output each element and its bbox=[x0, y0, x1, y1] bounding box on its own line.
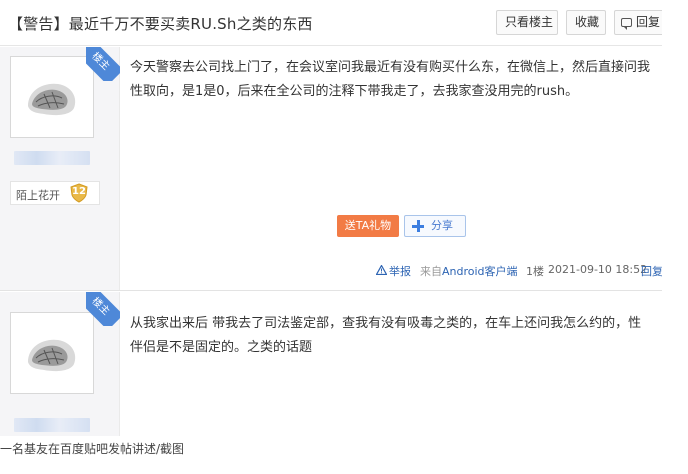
shield-level-icon: 12 bbox=[69, 183, 89, 203]
op-badge-label: 楼主 bbox=[86, 47, 120, 81]
thread-title: 【警告】最近千万不要买卖RU.Sh之类的东西 bbox=[8, 15, 313, 33]
collect-button[interactable]: 收藏 bbox=[566, 10, 606, 35]
client-prefix: 来自 bbox=[420, 265, 442, 278]
client-link[interactable]: Android客户端 bbox=[442, 265, 518, 278]
op-badge-label: 楼主 bbox=[86, 292, 120, 326]
warning-triangle-icon bbox=[376, 265, 387, 275]
share-button[interactable]: 分享 bbox=[404, 215, 466, 237]
reply-button[interactable]: 回复 bbox=[614, 10, 662, 35]
post-content: 今天警察去公司找上门了，在会议室问我最近有没有购买什么东，在微信上，然后直接问我… bbox=[130, 60, 651, 99]
author-sidebar: 楼主 陌上花开 12 bbox=[0, 47, 120, 290]
op-badge: 楼主 bbox=[86, 47, 120, 81]
floor-number: 1楼 bbox=[526, 265, 544, 278]
level-tag[interactable]: 陌上花开 12 bbox=[10, 181, 100, 205]
image-caption: 一名基友在百度贴吧发帖讲述/截图 bbox=[0, 442, 185, 456]
post-content: 从我家出来后 带我去了司法鉴定部，查我有没有吸毒之类的，在车上还问我怎么约的，性… bbox=[130, 316, 642, 355]
avatar[interactable] bbox=[10, 312, 94, 394]
post-floor-2: 楼主 从我家出来后 带我去了司法鉴定部，查我有没有吸毒之类的，在车上还问我怎么约… bbox=[0, 292, 662, 436]
level-number: 12 bbox=[72, 186, 86, 197]
share-label: 分享 bbox=[431, 219, 453, 232]
reply-link[interactable]: 回复 bbox=[641, 263, 662, 279]
reply-button-label: 回复 bbox=[636, 15, 661, 29]
thread-header: 【警告】最近千万不要买卖RU.Sh之类的东西 只看楼主 收藏 回复 bbox=[0, 0, 662, 46]
report-link[interactable]: 举报 bbox=[389, 263, 411, 279]
post-floor-1: 楼主 陌上花开 12 今天警察去公司找上门了，在会议室问我最近有没有购买什么东，… bbox=[0, 47, 662, 291]
avatar-image bbox=[14, 60, 90, 134]
author-sidebar: 楼主 bbox=[0, 292, 120, 436]
only-author-button[interactable]: 只看楼主 bbox=[496, 10, 558, 35]
post-time: 2021-09-10 18:52 bbox=[548, 263, 648, 276]
tieba-thread-screenshot: 【警告】最近千万不要买卖RU.Sh之类的东西 只看楼主 收藏 回复 楼主 陌上花… bbox=[0, 0, 662, 436]
client-source: 来自Android客户端 bbox=[420, 263, 518, 279]
send-gift-button[interactable]: 送TA礼物 bbox=[337, 215, 399, 237]
blurred-username[interactable] bbox=[14, 151, 90, 165]
speech-bubble-icon bbox=[621, 18, 632, 30]
avatar-image bbox=[14, 316, 90, 390]
blurred-username[interactable] bbox=[14, 418, 90, 432]
avatar[interactable] bbox=[10, 56, 94, 138]
plus-icon bbox=[412, 220, 424, 232]
level-name: 陌上花开 bbox=[16, 189, 60, 202]
op-badge: 楼主 bbox=[86, 292, 120, 326]
